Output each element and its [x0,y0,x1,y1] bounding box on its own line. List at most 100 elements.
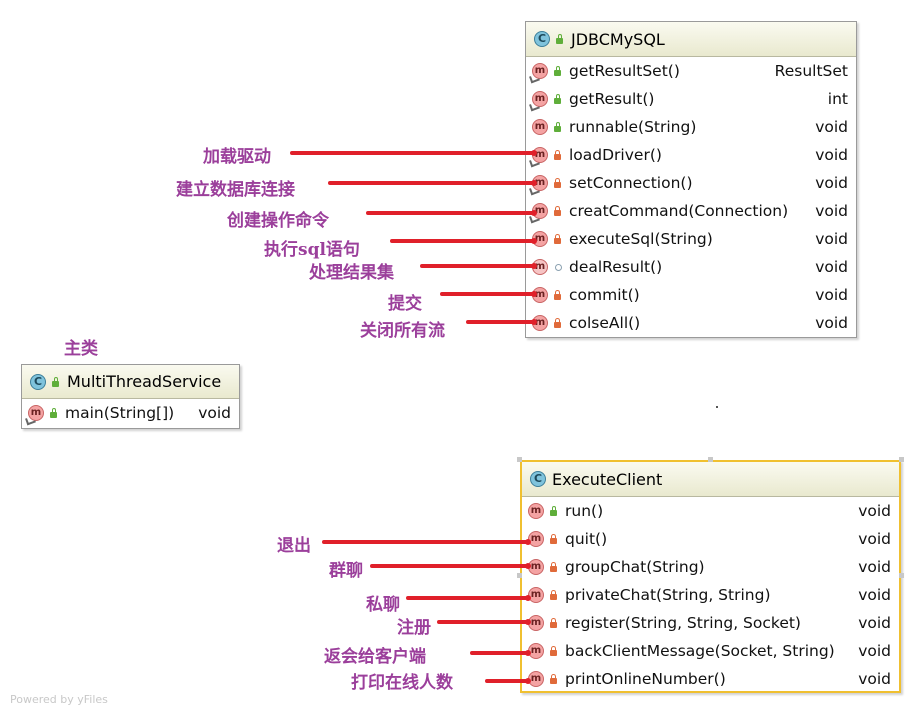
method-name: colseAll() [569,314,641,332]
class-name: ExecuteClient [552,469,663,489]
private-lock-icon [549,562,559,572]
method-icon: m [532,63,548,79]
resize-handle-mid-right[interactable] [899,573,904,578]
return-type: int [827,90,848,108]
annotation-set-connection: 建立数据库连接 [176,180,295,200]
method-row[interactable]: m privateChat(String, String) void [522,581,899,609]
return-type: void [198,404,231,422]
private-lock-icon [549,534,559,544]
annotation-quit: 退出 [277,536,311,556]
method-icon: m [528,503,544,519]
private-lock-icon [553,150,563,160]
class-jdbcmysql[interactable]: C JDBCMySQL m getResultSet() ResultSet m get… [525,21,857,338]
method-name: dealResult() [569,258,663,276]
return-type: void [858,530,891,548]
private-lock-icon [549,590,559,600]
class-icon: C [530,471,546,487]
method-row[interactable]: m executeSql(String) void [526,225,856,253]
annotation-line [370,563,531,569]
annotation-line [420,263,537,269]
method-name: main(String[]) [65,404,175,422]
resize-handle-top-left[interactable] [517,457,522,462]
package-visibility-icon [553,262,563,272]
class-multithreadservice[interactable]: C MultiThreadService m main(String[]) void [21,364,240,429]
method-row[interactable]: m dealResult() void [526,253,856,281]
method-icon: m [28,405,44,421]
annotation-line [290,150,537,156]
annotation-private-chat: 私聊 [366,595,400,615]
return-type: void [815,258,848,276]
return-type: void [815,174,848,192]
annotation-commit: 提交 [388,294,422,314]
resize-handle-top-mid[interactable] [708,457,713,462]
public-lock-icon [555,34,565,44]
powered-by-footer: Powered by yFiles [10,693,108,706]
resize-handle-mid-left[interactable] [517,573,522,578]
method-row[interactable]: m main(String[]) void [22,399,239,427]
method-name: setConnection() [569,174,693,192]
method-row[interactable]: m getResultSet() ResultSet [526,57,856,85]
method-row[interactable]: m loadDriver() void [526,141,856,169]
private-lock-icon [549,674,559,684]
class-executeclient[interactable]: C ExecuteClient m run() void m quit() void m gr… [520,460,901,693]
class-icon: C [534,31,550,47]
private-lock-icon [549,618,559,628]
annotation-back-client-message: 返会给客户端 [324,647,426,667]
return-type: void [858,586,891,604]
return-type: void [815,118,848,136]
public-lock-icon [553,66,563,76]
annotation-line [485,678,531,684]
method-list: m run() void m quit() void m groupChat(String) v… [522,497,899,693]
private-lock-icon [553,290,563,300]
method-name: commit() [569,286,640,304]
class-header: C JDBCMySQL [526,22,856,57]
return-type: void [858,614,891,632]
annotation-deal-result: 处理结果集 [309,263,394,283]
private-lock-icon [553,206,563,216]
annotation-line [390,238,537,244]
annotation-close-all: 关闭所有流 [360,321,445,341]
method-name: getResultSet() [569,62,680,80]
annotation-line [328,180,537,186]
class-name: MultiThreadService [67,372,222,391]
method-icon: m [532,119,548,135]
method-name: printOnlineNumber() [565,670,726,688]
annotation-register: 注册 [397,618,431,638]
method-list: m main(String[]) void [22,399,239,427]
method-row[interactable]: m printOnlineNumber() void [522,665,899,693]
method-name: backClientMessage(Socket, String) [565,642,835,660]
resize-handle-top-right[interactable] [899,457,904,462]
return-type: void [858,670,891,688]
annotation-execute-sql: 执行sql语句 [264,240,360,260]
class-header: C MultiThreadService [22,365,239,399]
method-icon: m [532,91,548,107]
method-name: quit() [565,530,608,548]
method-row[interactable]: m setConnection() void [526,169,856,197]
method-row[interactable]: m quit() void [522,525,899,553]
method-row[interactable]: m colseAll() void [526,309,856,337]
method-row[interactable]: m getResult() int [526,85,856,113]
public-lock-icon [51,376,61,387]
private-lock-icon [553,178,563,188]
private-lock-icon [549,646,559,656]
method-name: groupChat(String) [565,558,705,576]
method-row[interactable]: m groupChat(String) void [522,553,899,581]
method-row[interactable]: m creatCommand(Connection) void [526,197,856,225]
method-row[interactable]: m runnable(String) void [526,113,856,141]
annotation-line [366,210,537,216]
return-type: void [858,502,891,520]
return-type: void [815,230,848,248]
method-row[interactable]: m run() void [522,497,899,525]
method-name: loadDriver() [569,146,662,164]
annotation-create-command: 创建操作命令 [227,211,329,231]
method-row[interactable]: m backClientMessage(Socket, String) void [522,637,899,665]
method-name: executeSql(String) [569,230,713,248]
annotation-line [437,619,531,625]
annotation-main-class: 主类 [64,339,98,359]
class-name: JDBCMySQL [571,29,665,49]
method-row[interactable]: m register(String, String, Socket) void [522,609,899,637]
method-name: getResult() [569,90,655,108]
method-icon: m [528,587,544,603]
annotation-print-online-number: 打印在线人数 [351,673,453,693]
method-row[interactable]: m commit() void [526,281,856,309]
